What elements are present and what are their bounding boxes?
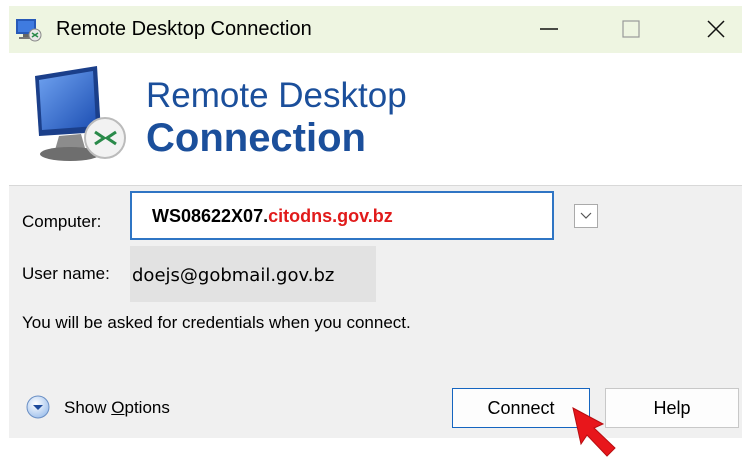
minimize-button[interactable] <box>525 10 573 48</box>
maximize-button[interactable] <box>607 10 655 48</box>
username-value: doejs@gobmail.gov.bz <box>132 265 335 286</box>
show-options-text-post: ptions <box>124 398 170 417</box>
show-options-accelerator: O <box>111 398 125 417</box>
computer-input[interactable]: WS08622X07.citodns.gov.bz <box>130 191 554 240</box>
show-options-link[interactable]: Show Options <box>64 398 170 418</box>
red-arrow-pointer-icon <box>572 407 616 457</box>
maximize-icon <box>622 20 640 38</box>
banner-divider <box>9 185 742 186</box>
remote-desktop-logo-icon <box>35 66 126 161</box>
close-icon <box>707 20 725 38</box>
close-button[interactable] <box>692 10 740 48</box>
minimize-icon <box>540 28 558 30</box>
window-title: Remote Desktop Connection <box>56 18 312 40</box>
banner-title-line1: Remote Desktop <box>146 76 407 115</box>
title-bar[interactable]: Remote Desktop Connection <box>9 6 742 53</box>
computer-label: Computer: <box>22 212 102 231</box>
computer-host-domain: citodns.gov.bz <box>268 206 393 226</box>
username-label: User name: <box>22 264 110 283</box>
credentials-note: You will be asked for credentials when y… <box>22 313 411 332</box>
remote-desktop-icon <box>16 19 42 42</box>
username-display: doejs@gobmail.gov.bz <box>130 246 376 302</box>
chevron-down-icon <box>580 212 592 219</box>
help-button[interactable]: Help <box>605 388 739 428</box>
computer-value: WS08622X07.citodns.gov.bz <box>152 206 393 227</box>
show-options-text-pre: Show <box>64 398 112 417</box>
show-options-icon[interactable] <box>26 395 50 419</box>
computer-dropdown-button[interactable] <box>574 204 598 228</box>
rdc-window: Remote Desktop Connection Remote Desktop… <box>9 6 742 438</box>
banner-title-line2: Connection <box>146 116 366 160</box>
header-banner: Remote Desktop Connection <box>9 53 742 186</box>
computer-host-prefix: WS08622X07. <box>152 206 269 226</box>
